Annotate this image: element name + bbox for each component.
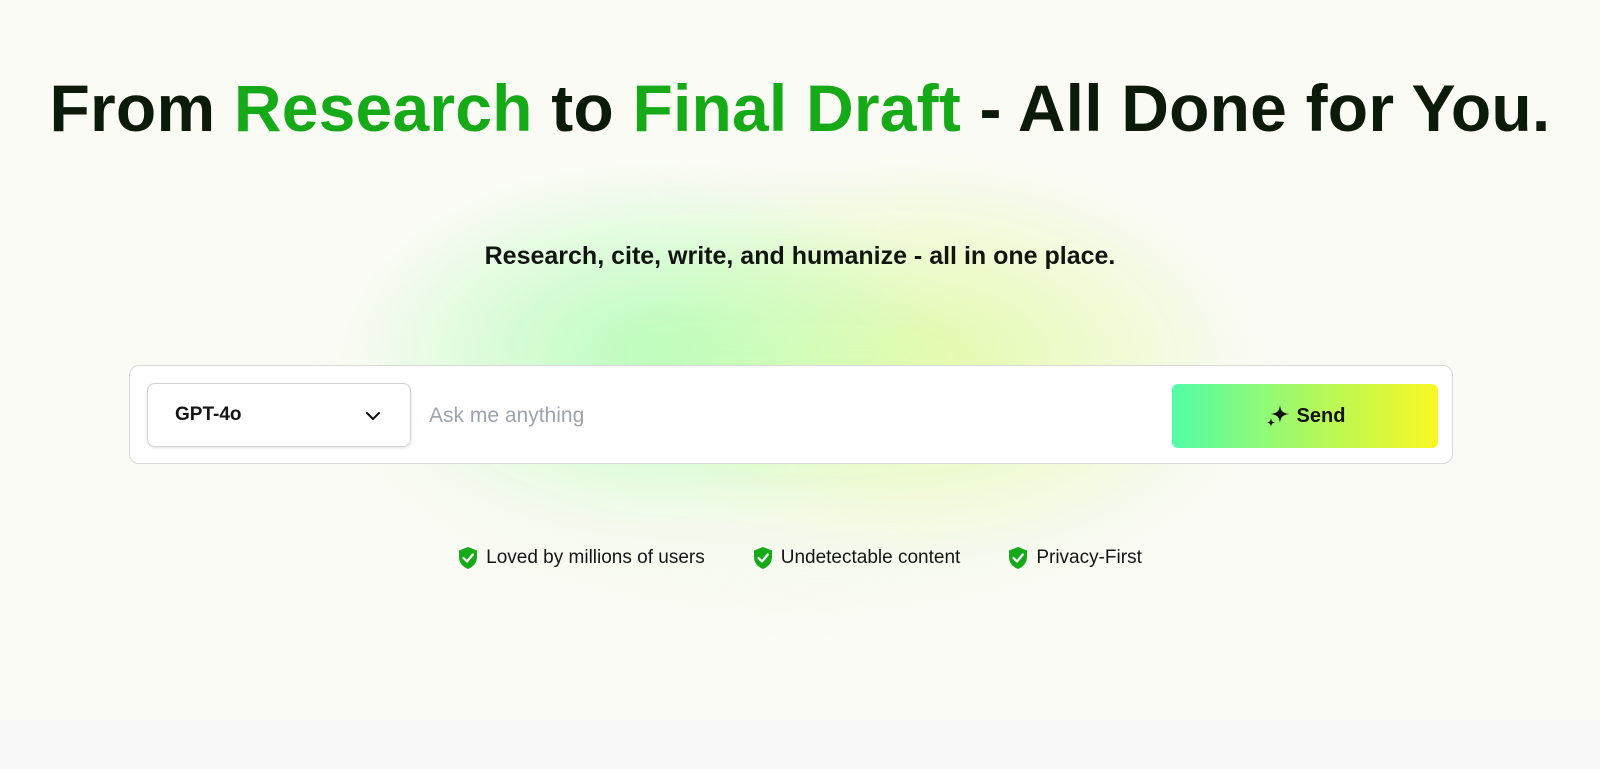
feature-list: Loved by millions of users Undetectable … xyxy=(0,546,1600,570)
feature-label: Loved by millions of users xyxy=(486,547,705,568)
headline-highlight-research: Research xyxy=(233,71,533,145)
headline-part-3: - All Done for You. xyxy=(961,71,1551,145)
feature-item: Undetectable content xyxy=(753,546,961,570)
model-selected-label: GPT-4o xyxy=(175,404,242,425)
hero-section: From Research to Final Draft - All Done … xyxy=(0,0,1600,720)
next-section-band xyxy=(0,720,1600,769)
headline-part-2: to xyxy=(532,71,633,145)
shield-check-icon xyxy=(753,547,772,569)
headline-part-1: From xyxy=(49,71,234,145)
feature-item: Privacy-First xyxy=(1008,546,1142,570)
feature-item: Loved by millions of users xyxy=(458,546,705,570)
sparkle-icon xyxy=(1266,405,1289,427)
model-select-dropdown[interactable]: GPT-4o xyxy=(147,383,411,447)
shield-check-icon xyxy=(1009,547,1028,569)
feature-label: Undetectable content xyxy=(780,547,961,568)
chevron-down-icon xyxy=(366,412,380,420)
page-title: From Research to Final Draft - All Done … xyxy=(0,70,1600,146)
feature-label: Privacy-First xyxy=(1036,547,1142,568)
prompt-input[interactable] xyxy=(427,386,1131,446)
send-button[interactable]: Send xyxy=(1172,384,1438,448)
shield-check-icon xyxy=(459,547,478,569)
prompt-box: GPT-4o Send xyxy=(129,365,1453,464)
headline-highlight-final-draft: Final Draft xyxy=(632,71,962,145)
hero-subtitle: Research, cite, write, and humanize - al… xyxy=(484,242,1116,270)
page: From Research to Final Draft - All Done … xyxy=(0,0,1600,769)
send-button-label: Send xyxy=(1296,404,1346,427)
